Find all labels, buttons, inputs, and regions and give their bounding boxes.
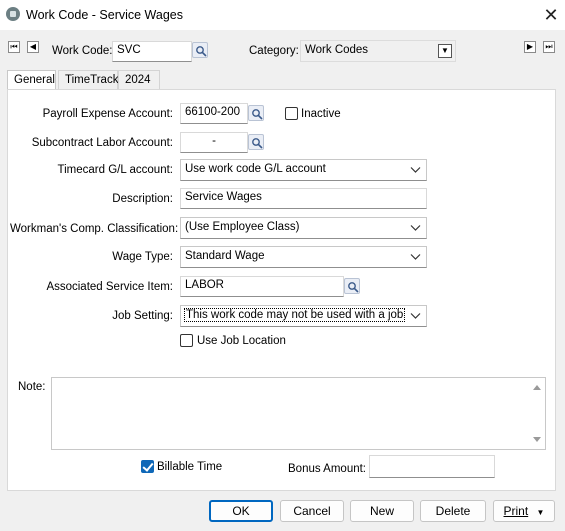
first-record-icon[interactable]: ⏮ xyxy=(8,41,20,53)
category-dropdown-icon[interactable]: ▼ xyxy=(438,44,452,58)
job-setting-label: Job Setting: xyxy=(112,310,173,322)
chevron-down-icon xyxy=(410,254,421,260)
work-code-label: Work Code: xyxy=(52,45,113,57)
category-value: Work Codes xyxy=(305,44,369,56)
print-button[interactable]: Print ▼ xyxy=(493,500,555,522)
chevron-down-icon xyxy=(410,167,421,173)
print-button-label: Print xyxy=(503,504,529,518)
job-setting-select[interactable]: This work code may not be used with a jo… xyxy=(180,305,427,327)
inactive-label: Inactive xyxy=(301,108,341,120)
previous-record-icon[interactable]: ◀ xyxy=(27,41,39,53)
inactive-checkbox[interactable] xyxy=(285,107,298,120)
app-icon xyxy=(6,7,20,21)
timecard-select[interactable]: Use work code G/L account xyxy=(180,159,427,181)
service-item-lookup-icon[interactable] xyxy=(344,278,360,294)
chevron-down-icon xyxy=(410,225,421,231)
timecard-value: Use work code G/L account xyxy=(185,163,326,175)
billable-time-checkbox[interactable] xyxy=(141,460,154,473)
delete-button[interactable]: Delete xyxy=(420,500,486,522)
window-title: Work Code - Service Wages xyxy=(26,8,183,22)
use-job-location-label: Use Job Location xyxy=(197,335,286,347)
workmans-comp-select[interactable]: (Use Employee Class) xyxy=(180,217,427,239)
last-record-icon[interactable]: ⏭ xyxy=(543,41,555,53)
tab-2024[interactable]: 2024 xyxy=(118,70,160,90)
next-record-icon[interactable]: ▶ xyxy=(524,41,536,53)
wage-type-label: Wage Type: xyxy=(112,251,173,263)
payroll-expense-lookup-icon[interactable] xyxy=(248,105,264,121)
job-setting-value: This work code may not be used with a jo… xyxy=(183,308,406,322)
use-job-location-checkbox[interactable] xyxy=(180,334,193,347)
workmans-comp-value: (Use Employee Class) xyxy=(185,221,300,233)
timecard-label: Timecard G/L account: xyxy=(57,164,173,176)
wage-type-select[interactable]: Standard Wage xyxy=(180,246,427,268)
work-code-lookup-icon[interactable] xyxy=(192,42,208,58)
subcontract-label: Subcontract Labor Account: xyxy=(31,137,173,149)
tab-timetrack[interactable]: TimeTrack xyxy=(58,70,118,90)
billable-time-label: Billable Time xyxy=(157,461,223,473)
print-dropdown-icon: ▼ xyxy=(536,508,545,517)
note-textarea[interactable] xyxy=(51,377,546,450)
chevron-down-icon xyxy=(410,313,421,319)
service-item-input[interactable]: LABOR xyxy=(180,276,344,297)
wage-type-value: Standard Wage xyxy=(185,250,265,262)
note-label: Note: xyxy=(18,381,46,393)
title-bar: Work Code - Service Wages ✕ xyxy=(0,0,565,30)
cancel-button[interactable]: Cancel xyxy=(280,500,344,522)
description-input[interactable]: Service Wages xyxy=(180,188,427,209)
description-label: Description: xyxy=(112,193,173,205)
category-select[interactable]: Work Codes ▼ xyxy=(300,40,456,62)
workmans-comp-label: Workman's Comp. Classification: xyxy=(10,223,179,235)
subcontract-lookup-icon[interactable] xyxy=(248,134,264,150)
close-icon[interactable]: ✕ xyxy=(540,4,562,26)
new-button[interactable]: New xyxy=(350,500,414,522)
category-label: Category: xyxy=(249,45,299,57)
payroll-expense-label: Payroll Expense Account: xyxy=(42,108,173,120)
service-item-label: Associated Service Item: xyxy=(46,281,173,293)
subcontract-input[interactable]: - xyxy=(180,132,248,153)
ok-button[interactable]: OK xyxy=(209,500,273,522)
work-code-input[interactable]: SVC xyxy=(112,41,192,62)
scroll-down-icon[interactable] xyxy=(532,435,542,445)
bonus-amount-input[interactable] xyxy=(369,455,495,478)
payroll-expense-input[interactable]: 66100-200 xyxy=(180,103,248,124)
tab-general[interactable]: General xyxy=(7,70,56,91)
scroll-up-icon[interactable] xyxy=(532,382,542,392)
bonus-amount-label: Bonus Amount: xyxy=(288,463,366,475)
